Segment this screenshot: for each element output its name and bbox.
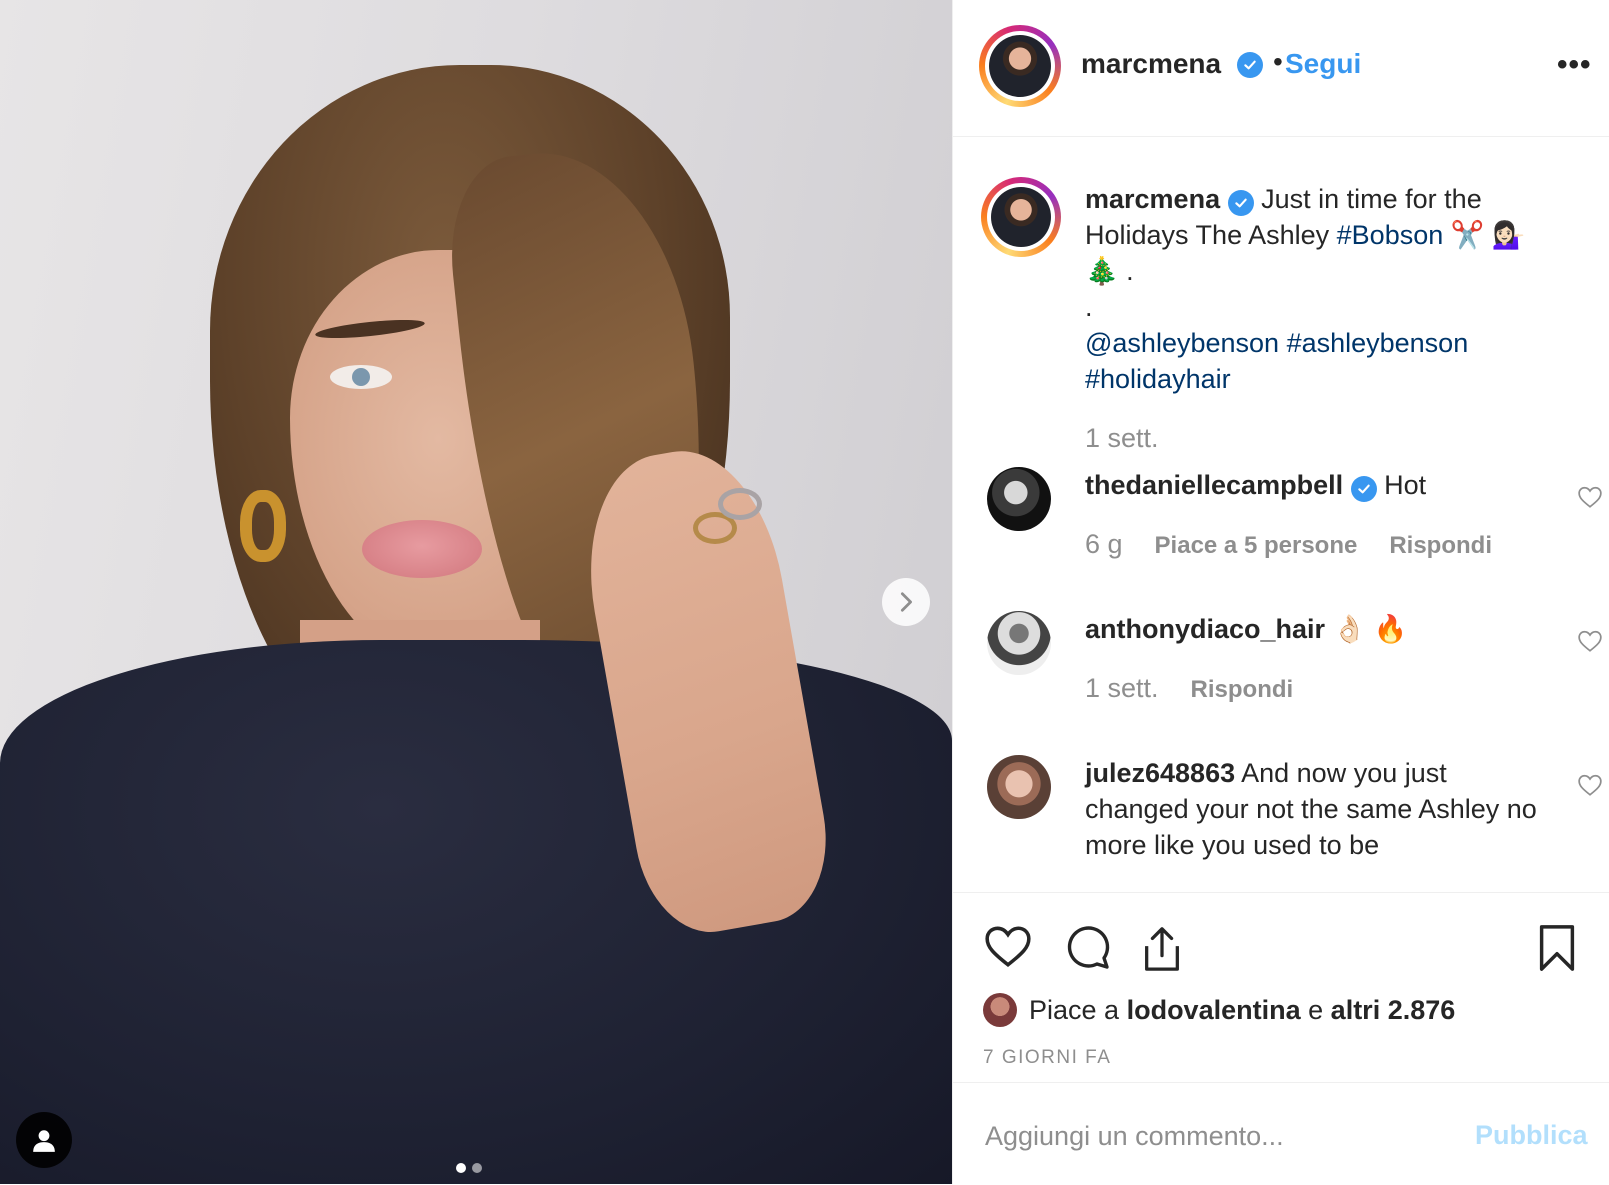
author-username[interactable]: marcmena <box>1081 48 1221 80</box>
header-separator: • <box>1273 46 1283 77</box>
post-actions: Piace a lodovalentina e altri 2.876 7 GI… <box>953 892 1609 1083</box>
chevron-right-icon <box>900 592 912 612</box>
hashtag-link[interactable]: #Bobson <box>1337 220 1444 250</box>
photo-lips <box>362 520 482 578</box>
post-sidebar: marcmena • Segui ••• marcmena Just in ti… <box>952 0 1609 1184</box>
photo-ring <box>718 488 762 520</box>
reply-button[interactable]: Rispondi <box>1389 532 1492 560</box>
likes-conj: e <box>1308 994 1324 1025</box>
commenter-username[interactable]: julez648863 <box>1085 758 1235 788</box>
carousel-dot <box>456 1163 466 1173</box>
comment-heart-icon[interactable] <box>1577 629 1603 653</box>
comment-input[interactable] <box>983 1115 1447 1157</box>
post-photo[interactable] <box>0 0 952 1184</box>
caption-timestamp: 1 sett. <box>1085 423 1159 453</box>
caption-username[interactable]: marcmena <box>1085 184 1220 214</box>
carousel-dot <box>472 1163 482 1173</box>
next-image-button[interactable] <box>882 578 930 626</box>
verified-badge-icon <box>1237 52 1263 78</box>
photo-eye-left <box>330 365 392 389</box>
comment-text: 👌🏻 🔥 <box>1332 614 1408 644</box>
commenter-username[interactable]: thedaniellecampbell <box>1085 470 1343 500</box>
comment-heart-icon[interactable] <box>1577 773 1603 797</box>
comment-likes-link[interactable]: Piace a 5 persone <box>1155 532 1358 560</box>
user-tags-button[interactable] <box>16 1112 72 1168</box>
commenter-username[interactable]: anthonydiaco_hair <box>1085 614 1325 644</box>
photo-sweater <box>0 640 952 1184</box>
comment-meta: 6 g Piace a 5 persone Rispondi <box>1085 529 1492 560</box>
comment-body: anthonydiaco_hair 👌🏻 🔥 <box>1085 611 1545 647</box>
like-heart-icon[interactable] <box>983 923 1033 969</box>
commenter-avatar[interactable] <box>987 611 1051 675</box>
comment-body: julez648863 And now you just changed you… <box>1085 755 1545 863</box>
comment-timestamp: 6 g <box>1085 529 1123 559</box>
caption-emojis: ✂️ 💁🏻‍♀️ <box>1450 220 1526 250</box>
comment-text: Hot <box>1384 470 1427 500</box>
publish-button[interactable]: Pubblica <box>1475 1120 1588 1151</box>
comments-list[interactable]: marcmena Just in time for the Holidays T… <box>953 137 1609 892</box>
liker-avatar <box>983 993 1017 1027</box>
photo-earring <box>240 490 286 562</box>
likes-others-link[interactable]: altri 2.876 <box>1331 995 1456 1026</box>
mention-link[interactable]: @ashleybenson <box>1085 328 1279 358</box>
caption-avatar[interactable] <box>981 177 1061 257</box>
add-comment-bar: Pubblica <box>953 1082 1609 1185</box>
share-icon[interactable] <box>1139 923 1185 973</box>
comment-icon[interactable] <box>1063 923 1111 971</box>
likes-summary[interactable]: Piace a lodovalentina e altri 2.876 <box>983 993 1455 1027</box>
bookmark-icon[interactable] <box>1537 923 1577 973</box>
user-tag-icon <box>33 1130 55 1152</box>
verified-badge-icon <box>1227 190 1254 216</box>
follow-button[interactable]: Segui <box>1285 48 1361 80</box>
liker-username[interactable]: lodovalentina <box>1127 995 1301 1026</box>
verified-badge-icon <box>1350 476 1377 502</box>
reply-button[interactable]: Rispondi <box>1191 676 1294 704</box>
carousel-indicator <box>456 1163 482 1173</box>
comment-body: thedaniellecampbell Hot <box>1085 467 1545 503</box>
comment-meta: 1 sett. Rispondi <box>1085 673 1293 704</box>
caption-tree-line: 🎄 . <box>1085 256 1134 286</box>
hashtag-link[interactable]: #ashleybenson <box>1287 328 1469 358</box>
comment-heart-icon[interactable] <box>1577 485 1603 509</box>
hashtag-link[interactable]: #holidayhair <box>1085 364 1231 394</box>
more-options-icon[interactable]: ••• <box>1557 48 1592 82</box>
post-date: 7 GIORNI FA <box>983 1047 1112 1068</box>
commenter-avatar[interactable] <box>987 755 1051 819</box>
commenter-avatar[interactable] <box>987 467 1051 531</box>
author-avatar[interactable] <box>979 25 1061 107</box>
comment-timestamp: 1 sett. <box>1085 673 1159 703</box>
caption-dot-line: . <box>1085 292 1093 322</box>
likes-prefix: Piace a <box>1029 994 1120 1025</box>
post-caption: marcmena Just in time for the Holidays T… <box>1085 181 1565 397</box>
post-header: marcmena • Segui ••• <box>953 0 1609 137</box>
